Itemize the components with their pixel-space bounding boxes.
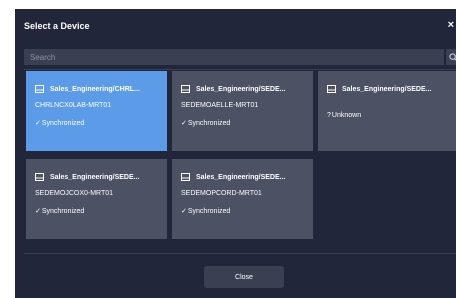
device-status: ✓Synchronized (35, 207, 158, 215)
device-group: Sales_Engineering/SEDE... (50, 173, 140, 181)
check-icon: ✓ (35, 208, 41, 215)
device-name: SEDEMOPCORD-MRT01 (181, 190, 262, 197)
device-status: ?Unknown (327, 112, 450, 119)
device-icon (35, 173, 44, 181)
device-group: Sales_Engineering/SEDE... (196, 173, 286, 181)
device-card[interactable]: Sales_Engineering/SEDE... SEDEMOPCORD-MR… (172, 159, 313, 239)
select-device-dialog: Select a Device × Sales_Engineering/CHRL… (15, 9, 456, 298)
device-card[interactable]: Sales_Engineering/SEDE... ?Unknown (318, 71, 456, 151)
device-icon (181, 85, 190, 93)
dialog-title: Select a Device (24, 21, 90, 31)
device-name: SEDEMOAELLE-MRT01 (181, 102, 259, 109)
device-name: SEDEMOJCOX0-MRT01 (35, 190, 114, 197)
search-input[interactable] (24, 49, 444, 65)
divider (24, 69, 456, 70)
status-text: Unknown (331, 112, 362, 119)
device-name: CHRLNCX0LAB-MRT01 (35, 102, 112, 109)
close-button[interactable]: Close (204, 266, 284, 288)
status-text: Synchronized (41, 208, 85, 215)
device-group: Sales_Engineering/SEDE... (196, 85, 286, 93)
device-status: ✓Synchronized (35, 119, 158, 127)
status-text: Synchronized (187, 120, 231, 127)
check-icon: ✓ (181, 120, 187, 127)
check-icon: ✓ (181, 208, 187, 215)
search-button[interactable] (445, 49, 456, 65)
device-card[interactable]: Sales_Engineering/SEDE... SEDEMOAELLE-MR… (172, 71, 313, 151)
device-status: ✓Synchronized (181, 119, 304, 127)
device-icon (35, 85, 44, 93)
footer-divider (24, 253, 456, 254)
close-icon[interactable]: × (448, 19, 454, 31)
status-text: Synchronized (41, 120, 85, 127)
device-icon (327, 85, 336, 93)
device-card[interactable]: Sales_Engineering/CHRL... CHRLNCX0LAB-MR… (26, 71, 167, 151)
question-icon: ? (327, 112, 331, 119)
check-icon: ✓ (35, 120, 41, 127)
device-status: ✓Synchronized (181, 207, 304, 215)
device-group: Sales_Engineering/SEDE... (342, 85, 432, 93)
device-group: Sales_Engineering/CHRL... (50, 85, 140, 93)
device-card[interactable]: Sales_Engineering/SEDE... SEDEMOJCOX0-MR… (26, 159, 167, 239)
status-text: Synchronized (187, 208, 231, 215)
device-icon (181, 173, 190, 181)
search-icon (448, 52, 456, 61)
